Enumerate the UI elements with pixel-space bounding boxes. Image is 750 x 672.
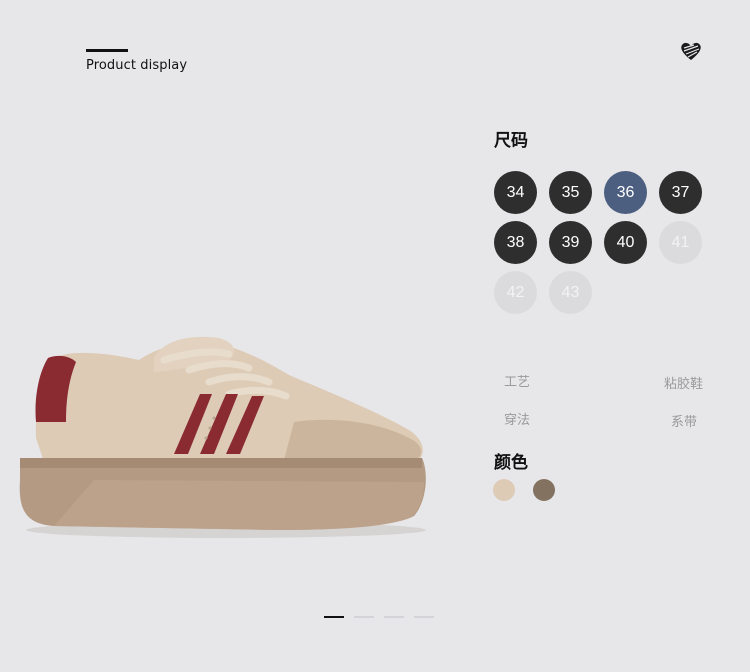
color-swatch-brown[interactable]: [533, 479, 555, 501]
product-sneaker-image: [19, 336, 426, 538]
size-option-39[interactable]: 39: [549, 221, 592, 264]
size-option-42: 42: [494, 271, 537, 314]
pager-dot-2[interactable]: [354, 616, 374, 618]
size-option-37[interactable]: 37: [659, 171, 702, 214]
page-title: Product display: [86, 58, 188, 73]
color-section-title: 颜色: [494, 453, 528, 473]
craft-label: 工艺: [504, 375, 531, 390]
size-option-40[interactable]: 40: [604, 221, 647, 264]
color-swatch-beige[interactable]: [493, 479, 515, 501]
size-option-35[interactable]: 35: [549, 171, 592, 214]
size-section-title: 尺码: [494, 131, 528, 151]
craft-value: 粘胶鞋: [664, 377, 704, 392]
pager-dot-4[interactable]: [414, 616, 434, 618]
lacing-label: 穿法: [504, 413, 531, 428]
size-option-36[interactable]: 36: [604, 171, 647, 214]
size-option-34[interactable]: 34: [494, 171, 537, 214]
size-option-41: 41: [659, 221, 702, 264]
size-option-43: 43: [549, 271, 592, 314]
pager-dot-1[interactable]: [324, 616, 344, 618]
lacing-value: 系带: [671, 415, 698, 430]
size-option-38[interactable]: 38: [494, 221, 537, 264]
header-accent-bar: [86, 49, 128, 52]
heart-icon[interactable]: [678, 40, 704, 62]
pager-dot-3[interactable]: [384, 616, 404, 618]
